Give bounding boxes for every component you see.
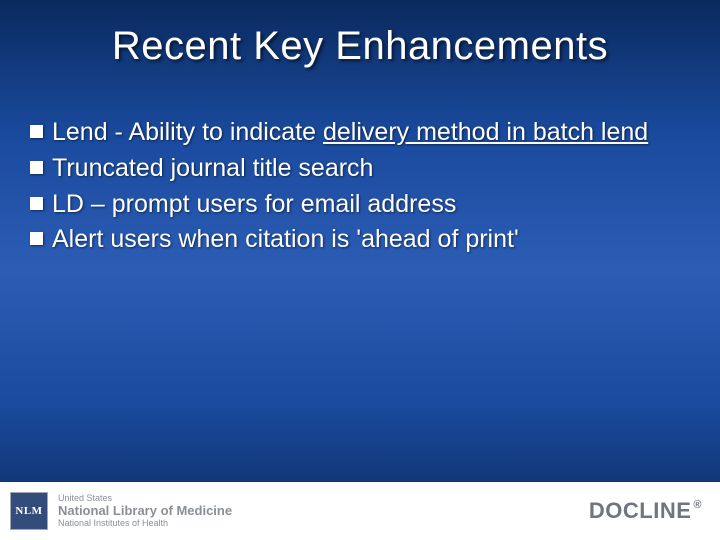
bullet-text-prefix: LD – prompt users for email address: [52, 190, 456, 218]
list-item: Truncated journal title search: [30, 152, 690, 186]
nlm-line2: National Library of Medicine: [58, 504, 232, 519]
bullet-text-prefix: Lend - Ability to indicate: [52, 118, 323, 146]
slide-title: Recent Key Enhancements: [0, 24, 720, 69]
footer: NLM United States National Library of Me…: [0, 482, 720, 540]
bullet-list: Lend - Ability to indicate delivery meth…: [30, 116, 690, 259]
bullet-text-prefix: Truncated journal title search: [52, 154, 373, 182]
nlm-block: NLM United States National Library of Me…: [10, 492, 232, 530]
nlm-text: United States National Library of Medici…: [58, 493, 232, 529]
list-item: Lend - Ability to indicate delivery meth…: [30, 116, 690, 150]
bullet-text-underlined: delivery method in batch lend: [323, 118, 648, 146]
registered-icon: ®: [693, 499, 702, 511]
bullet-icon: [30, 232, 43, 245]
bullet-icon: [30, 125, 43, 138]
bullet-icon: [30, 161, 43, 174]
list-item: LD – prompt users for email address: [30, 188, 690, 222]
nlm-logo-icon: NLM: [10, 492, 48, 530]
nlm-line1: United States: [58, 493, 232, 503]
docline-brand: DOCLINE®: [589, 498, 702, 524]
list-item: Alert users when citation is 'ahead of p…: [30, 223, 690, 257]
docline-text: DOCLINE: [589, 498, 692, 524]
bullet-icon: [30, 197, 43, 210]
bullet-text-prefix: Alert users when citation is 'ahead of p…: [52, 225, 519, 253]
slide: Recent Key Enhancements Lend - Ability t…: [0, 0, 720, 540]
nlm-line3: National Institutes of Health: [58, 518, 232, 528]
